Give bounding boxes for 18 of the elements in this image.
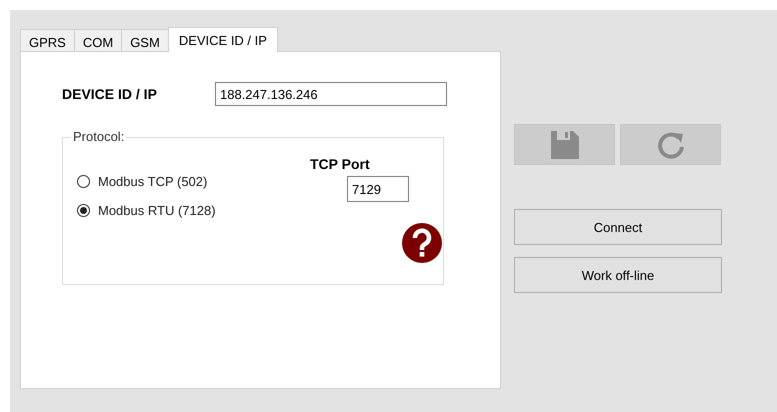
- help-icon[interactable]: [402, 223, 442, 263]
- tab[interactable]: GSM: [121, 29, 169, 51]
- port-field[interactable]: 7129: [347, 176, 409, 202]
- radio-icon[interactable]: [77, 204, 90, 217]
- port-label: TCP Port: [310, 156, 370, 172]
- save-icon: [548, 128, 580, 160]
- action-button[interactable]: Work off-line: [514, 257, 722, 293]
- refresh-icon: [658, 132, 684, 158]
- tab[interactable]: GPRS: [20, 29, 75, 51]
- field-label: DEVICE ID / IP: [62, 86, 158, 102]
- tab[interactable]: DEVICE ID / IP: [168, 27, 278, 52]
- device-id-field[interactable]: 188.247.136.246: [215, 82, 447, 106]
- action-button[interactable]: Connect: [514, 209, 722, 245]
- radio-option[interactable]: Modbus RTU (7128): [77, 203, 297, 218]
- tab[interactable]: COM: [74, 29, 122, 51]
- group-legend: Protocol:: [71, 129, 126, 144]
- radio-icon[interactable]: [77, 175, 90, 188]
- radio-option[interactable]: Modbus TCP (502): [77, 174, 297, 189]
